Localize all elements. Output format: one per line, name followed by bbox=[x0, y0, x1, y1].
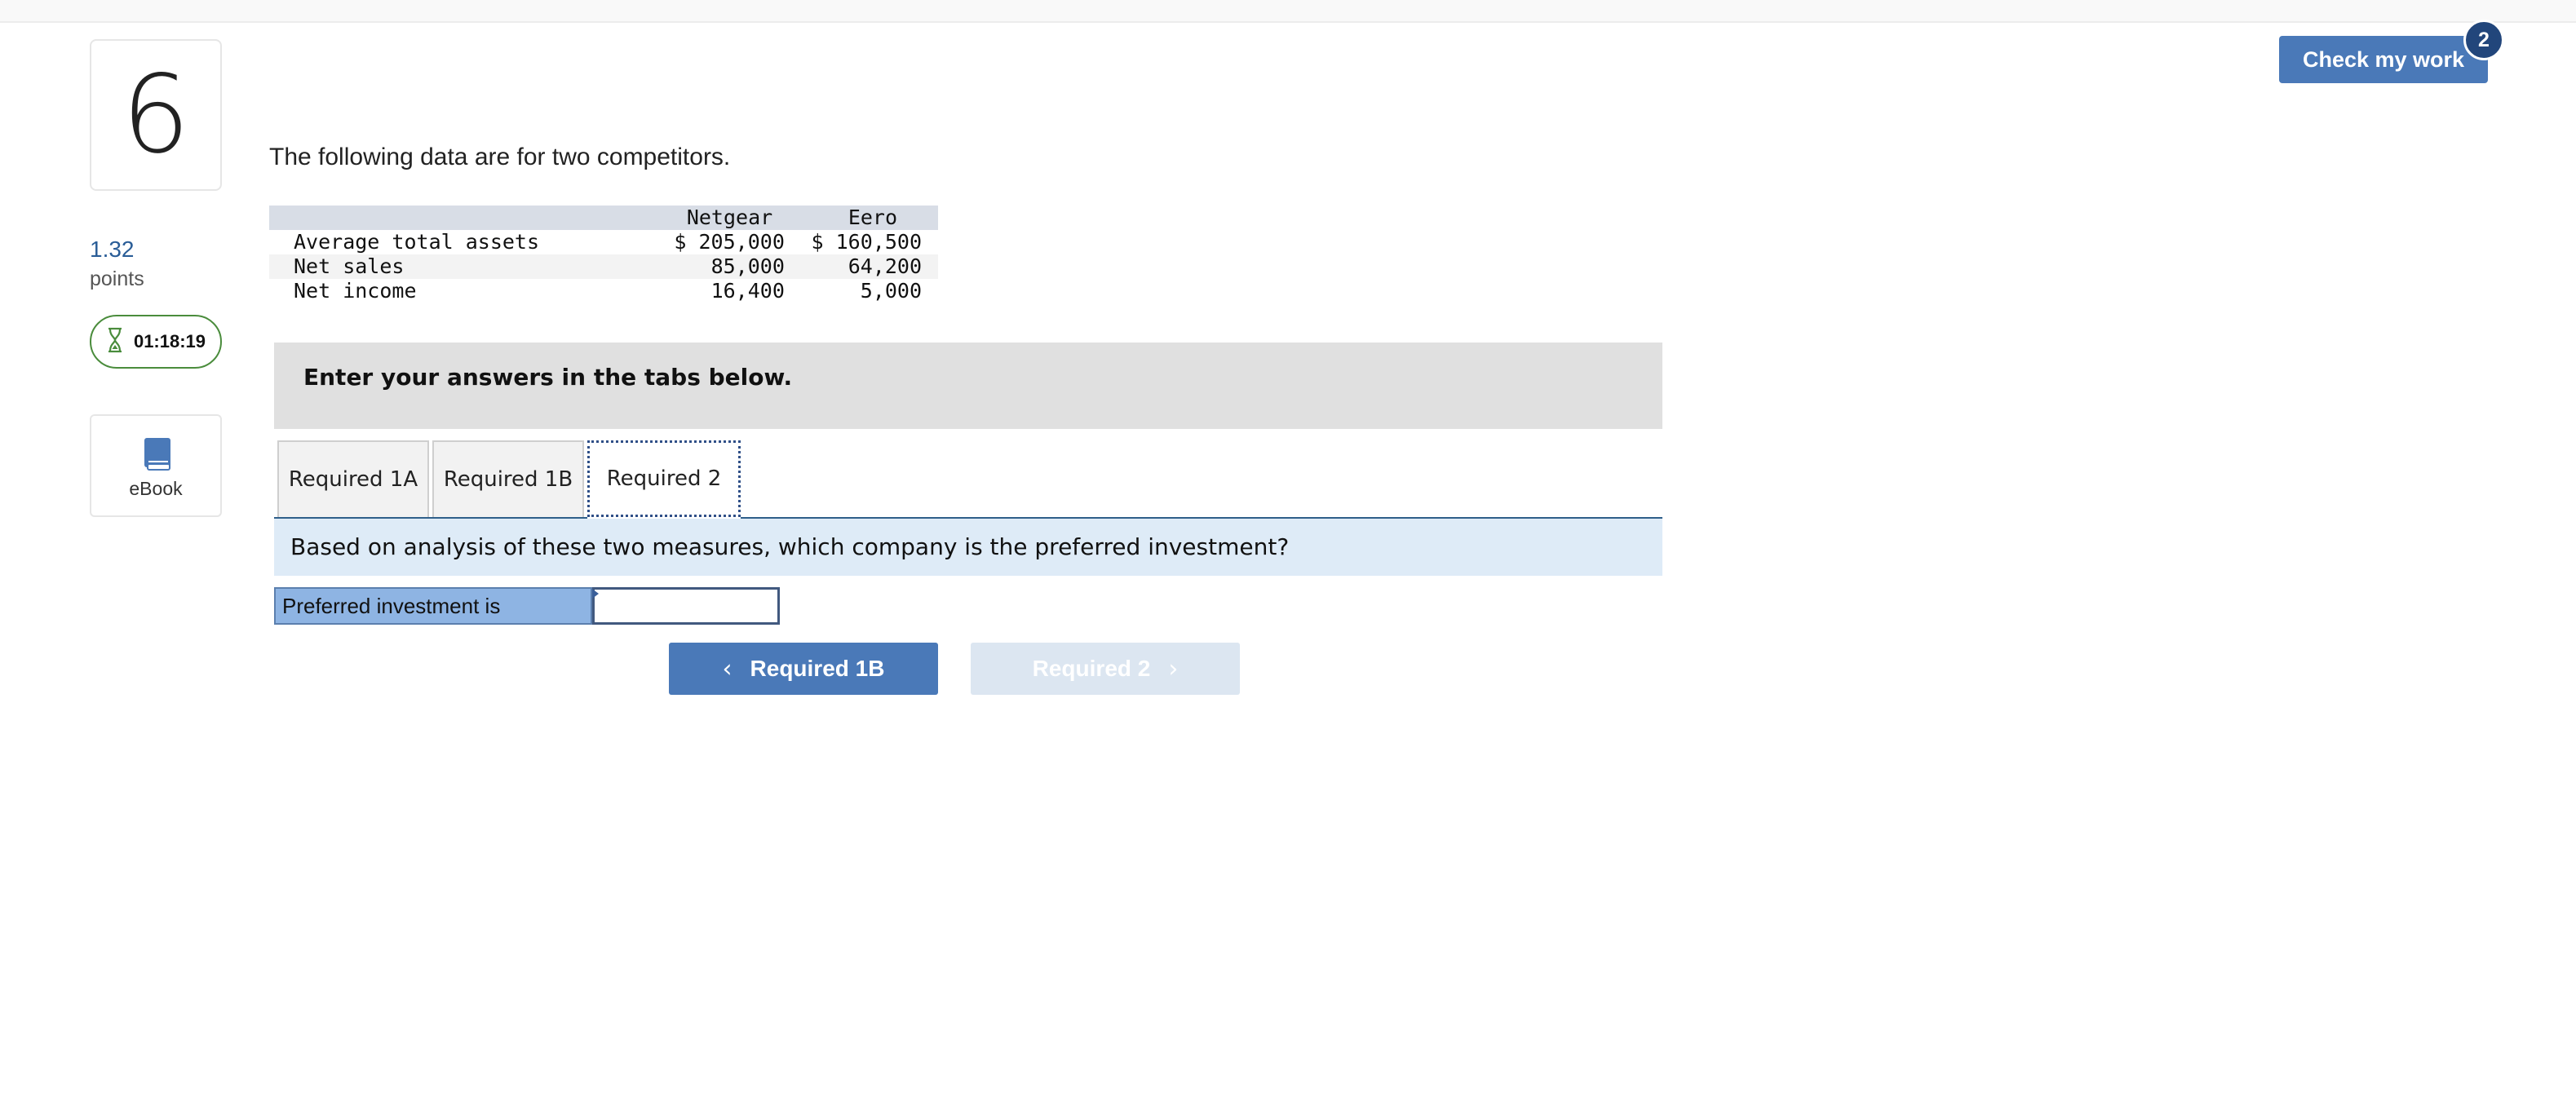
points-value: 1.32 bbox=[90, 237, 135, 262]
table-header-blank bbox=[269, 206, 611, 230]
table-row: Net sales 85,000 64,200 bbox=[269, 254, 938, 279]
question-text: Based on analysis of these two measures,… bbox=[290, 533, 1290, 560]
question-number: 6 bbox=[122, 52, 190, 178]
check-work-count-badge: 2 bbox=[2463, 20, 2504, 60]
table-header-eero: Eero bbox=[848, 206, 898, 229]
row-label: Net sales bbox=[294, 254, 405, 278]
preferred-investment-input[interactable] bbox=[592, 587, 780, 625]
next-required-2-button: Required 2 › bbox=[971, 643, 1240, 695]
tab-required-1a[interactable]: Required 1A bbox=[277, 440, 429, 517]
row-label: Net income bbox=[294, 279, 417, 303]
tab-required-2[interactable]: Required 2 bbox=[587, 440, 741, 517]
eero-value: 64,200 bbox=[848, 254, 922, 278]
netgear-value: 85,000 bbox=[710, 254, 785, 278]
ebook-button[interactable]: eBook bbox=[90, 414, 222, 517]
eero-value: 5,000 bbox=[860, 279, 922, 303]
ebook-label: eBook bbox=[129, 478, 183, 499]
intro-text: The following data are for two competito… bbox=[269, 144, 731, 170]
table-row: Net income 16,400 5,000 bbox=[269, 279, 938, 303]
chevron-left-icon: ‹ bbox=[722, 654, 733, 683]
next-button-label: Required 2 bbox=[1032, 656, 1151, 681]
table-row: Average total assets $ 205,000 $ 160,500 bbox=[269, 230, 938, 254]
table-header-netgear: Netgear bbox=[686, 206, 773, 229]
timer-badge: 01:18:19 bbox=[90, 315, 222, 369]
netgear-value: $ 205,000 bbox=[674, 230, 785, 254]
table-header-row: Netgear Eero bbox=[269, 206, 938, 230]
timer-text: 01:18:19 bbox=[133, 331, 206, 351]
netgear-value: 16,400 bbox=[710, 279, 785, 303]
prev-required-1b-button[interactable]: ‹ Required 1B bbox=[669, 643, 938, 695]
instructions-text: Enter your answers in the tabs below. bbox=[303, 364, 793, 391]
instructions-banner: Enter your answers in the tabs below. bbox=[274, 343, 1662, 429]
hourglass-icon bbox=[106, 327, 124, 357]
question-prompt: Based on analysis of these two measures,… bbox=[274, 519, 1662, 576]
points-label: points bbox=[90, 267, 144, 290]
competitor-data-table: Netgear Eero Average total assets $ 205,… bbox=[269, 206, 938, 303]
tab-required-1b[interactable]: Required 1B bbox=[432, 440, 584, 517]
chevron-right-icon: › bbox=[1168, 654, 1179, 683]
top-bar bbox=[0, 0, 2576, 23]
prev-button-label: Required 1B bbox=[750, 656, 885, 681]
eero-value: $ 160,500 bbox=[811, 230, 922, 254]
answer-label: Preferred investment is bbox=[274, 587, 592, 625]
input-marker-icon bbox=[592, 589, 599, 599]
check-my-work-button[interactable]: Check my work bbox=[2279, 36, 2488, 83]
row-label: Average total assets bbox=[294, 230, 540, 254]
question-number-box: 6 bbox=[90, 39, 222, 191]
